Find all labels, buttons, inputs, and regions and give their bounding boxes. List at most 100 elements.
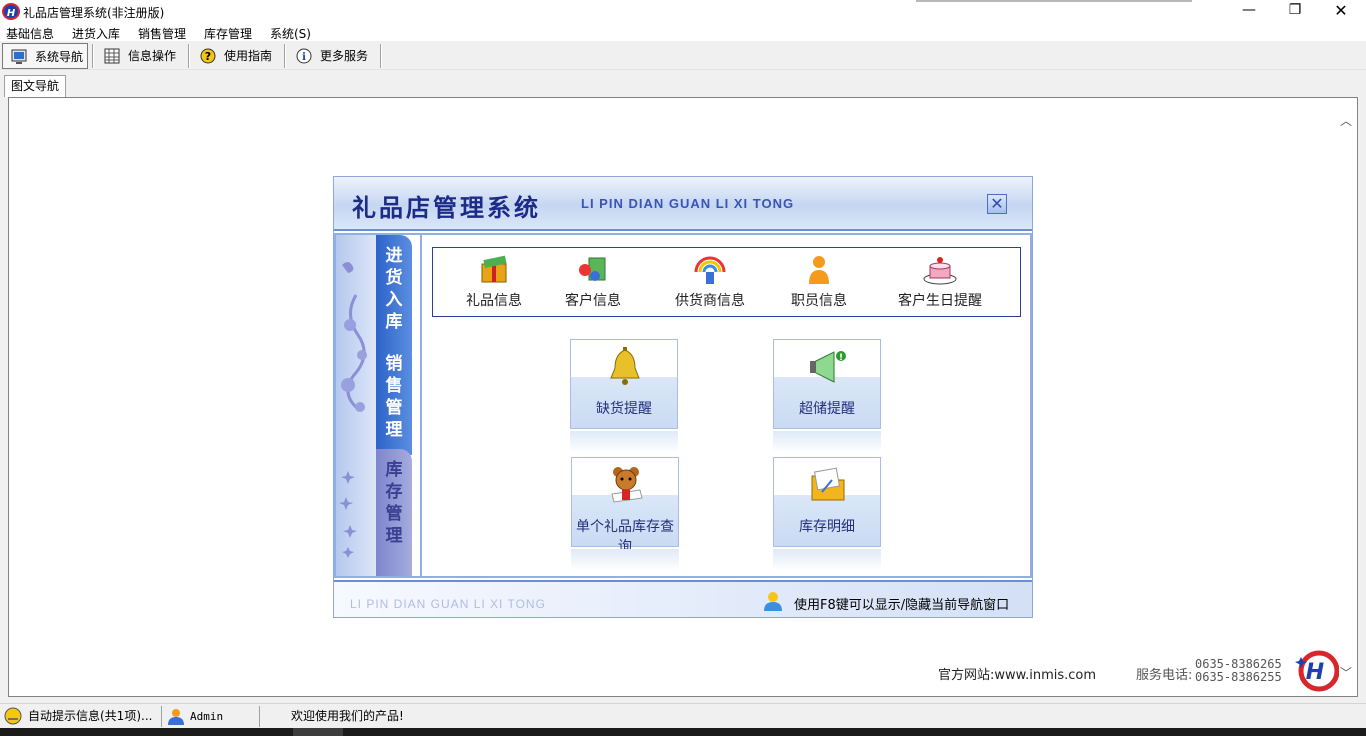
- scroll-up-icon[interactable]: ︿: [1340, 112, 1352, 129]
- monitor-icon: [11, 49, 27, 64]
- grid-icon: [104, 48, 120, 64]
- side-tab-label: 销售管理: [385, 354, 403, 440]
- svg-text:H: H: [1306, 660, 1324, 685]
- status-welcome: 欢迎使用我们的产品!: [291, 709, 404, 723]
- phone-numbers: 0635-8386265 0635-8386255: [1195, 658, 1282, 684]
- taskbar: [0, 728, 1366, 736]
- menu-system[interactable]: 系统(S): [270, 25, 311, 42]
- side-tab-inventory[interactable]: 库存管理: [376, 449, 412, 576]
- supplier-icon: [694, 256, 726, 284]
- panel-close-button[interactable]: ✕: [987, 194, 1007, 214]
- toolbar-info-ops-button[interactable]: 信息操作: [96, 43, 186, 69]
- panel-title: 礼品店管理系统: [352, 194, 541, 222]
- window-title: 礼品店管理系统(非注册版): [23, 6, 165, 20]
- toolbar-separator: [380, 44, 381, 68]
- toolbar-label: 更多服务: [320, 49, 369, 63]
- feature-label: 职员信息: [791, 293, 847, 309]
- side-tab-divider: [420, 235, 422, 576]
- toolbar-separator: [92, 44, 93, 68]
- teddy-bear-icon: [611, 467, 643, 503]
- admin-user-icon: [168, 709, 184, 725]
- app-logo-icon: H: [2, 3, 20, 20]
- menu-purchase[interactable]: 进货入库: [72, 25, 120, 42]
- side-tab-sales[interactable]: 销售管理: [376, 343, 412, 455]
- tab-graphic-nav[interactable]: 图文导航: [4, 75, 66, 97]
- footer-subtitle: LI PIN DIAN GUAN LI XI TONG: [350, 597, 546, 611]
- overstock-button[interactable]: ! 超储提醒: [773, 339, 881, 429]
- status-user: Admin: [190, 710, 224, 723]
- feature-label: 客户信息: [565, 293, 621, 309]
- panel-body: 进货入库 销售管理 库存管理 礼品信息 客户信息 供货商信息 职员信息 客户生日…: [334, 233, 1032, 578]
- status-tips[interactable]: 自动提示信息(共1项)...: [28, 706, 152, 727]
- inventory-detail-button[interactable]: 库存明细: [773, 457, 881, 547]
- svg-text:?: ?: [205, 50, 211, 63]
- toolbar-user-guide-button[interactable]: ? 使用指南: [192, 43, 282, 69]
- restore-button[interactable]: ❐: [1272, 0, 1318, 23]
- side-tab-purchase[interactable]: 进货入库: [376, 235, 412, 353]
- toolbar-label: 系统导航: [35, 50, 84, 64]
- floral-decoration-icon: [339, 262, 367, 558]
- phone-number: 0635-8386255: [1195, 670, 1282, 684]
- app-window: H 礼品店管理系统(非注册版) — ❐ ✕ 基础信息 进货入库 销售管理 库存管…: [0, 0, 1366, 736]
- decorative-strip: [336, 235, 376, 576]
- feature-employee-info[interactable]: 职员信息: [783, 252, 855, 310]
- menu-sales[interactable]: 销售管理: [138, 25, 186, 42]
- title-bar: H 礼品店管理系统(非注册版) — ❐ ✕: [0, 0, 1366, 23]
- employee-icon: [809, 256, 829, 284]
- toolbar-system-nav-button[interactable]: 系统导航: [2, 43, 88, 69]
- side-tab-label: 进货入库: [385, 246, 403, 332]
- toolbar-separator: [284, 44, 285, 68]
- button-label: 库存明细: [799, 519, 855, 535]
- svg-text:i: i: [302, 52, 306, 63]
- panel-subtitle: LI PIN DIAN GUAN LI XI TONG: [581, 196, 795, 211]
- service-phone-label: 服务电话:: [1136, 668, 1193, 683]
- feature-label: 礼品信息: [466, 293, 522, 309]
- info-icon: i: [296, 48, 312, 64]
- close-button[interactable]: ✕: [1318, 0, 1364, 23]
- toolbar-label: 信息操作: [128, 49, 177, 63]
- navigation-panel: 礼品店管理系统 LI PIN DIAN GUAN LI XI TONG ✕ 进货…: [333, 176, 1033, 618]
- footer-hint: 使用F8键可以显示/隐藏当前导航窗口: [794, 598, 1010, 613]
- single-stock-query-button[interactable]: 单个礼品库存查询: [571, 457, 679, 555]
- button-label: 缺货提醒: [596, 401, 652, 417]
- panel-footer: LI PIN DIAN GUAN LI XI TONG 使用F8键可以显示/隐藏…: [334, 580, 1032, 617]
- minimize-button[interactable]: —: [1226, 0, 1272, 23]
- taskbar-item[interactable]: [293, 728, 343, 736]
- overlay-strip: [916, 0, 1192, 2]
- side-tab-label: 库存管理: [385, 460, 403, 546]
- button-reflection: [571, 549, 679, 571]
- user-hint-icon: [764, 592, 782, 611]
- feature-supplier-info[interactable]: 供货商信息: [665, 252, 755, 310]
- toolbar-more-services-button[interactable]: i 更多服务: [288, 43, 378, 69]
- toolbar-label: 使用指南: [224, 49, 273, 63]
- button-reflection: [773, 431, 881, 453]
- menu-inventory[interactable]: 库存管理: [204, 25, 252, 42]
- help-icon: ?: [200, 48, 216, 64]
- button-label: 超储提醒: [799, 401, 855, 417]
- website-label: 官方网站:www.inmis.com: [938, 668, 1097, 683]
- status-separator: [161, 706, 162, 727]
- svg-text:!: !: [839, 353, 843, 363]
- feature-box: 礼品信息 客户信息 供货商信息 职员信息 客户生日提醒: [432, 247, 1021, 317]
- scroll-down-icon[interactable]: ﹀: [1340, 664, 1352, 681]
- feature-customer-info[interactable]: 客户信息: [557, 252, 629, 310]
- customers-icon: [579, 257, 606, 281]
- bell-icon: [610, 347, 640, 385]
- toolbar-separator: [188, 44, 189, 68]
- status-bar: 自动提示信息(共1项)... Admin 欢迎使用我们的产品!: [0, 703, 1366, 728]
- button-reflection: [570, 431, 678, 453]
- feature-label: 供货商信息: [675, 293, 745, 309]
- stock-shortage-button[interactable]: 缺货提醒: [570, 339, 678, 429]
- tab-strip: 图文导航: [0, 72, 1366, 98]
- company-logo-icon: H: [1295, 650, 1339, 692]
- gift-icon: [481, 255, 507, 283]
- menu-basic-info[interactable]: 基础信息: [6, 25, 54, 42]
- button-reflection: [773, 549, 881, 571]
- status-separator: [259, 706, 260, 727]
- feature-birthday-reminder[interactable]: 客户生日提醒: [889, 252, 991, 310]
- feature-label: 客户生日提醒: [898, 293, 982, 309]
- megaphone-icon: !: [810, 351, 846, 383]
- cake-icon: [923, 257, 957, 285]
- folder-icon: [811, 467, 845, 501]
- feature-gift-info[interactable]: 礼品信息: [459, 252, 529, 310]
